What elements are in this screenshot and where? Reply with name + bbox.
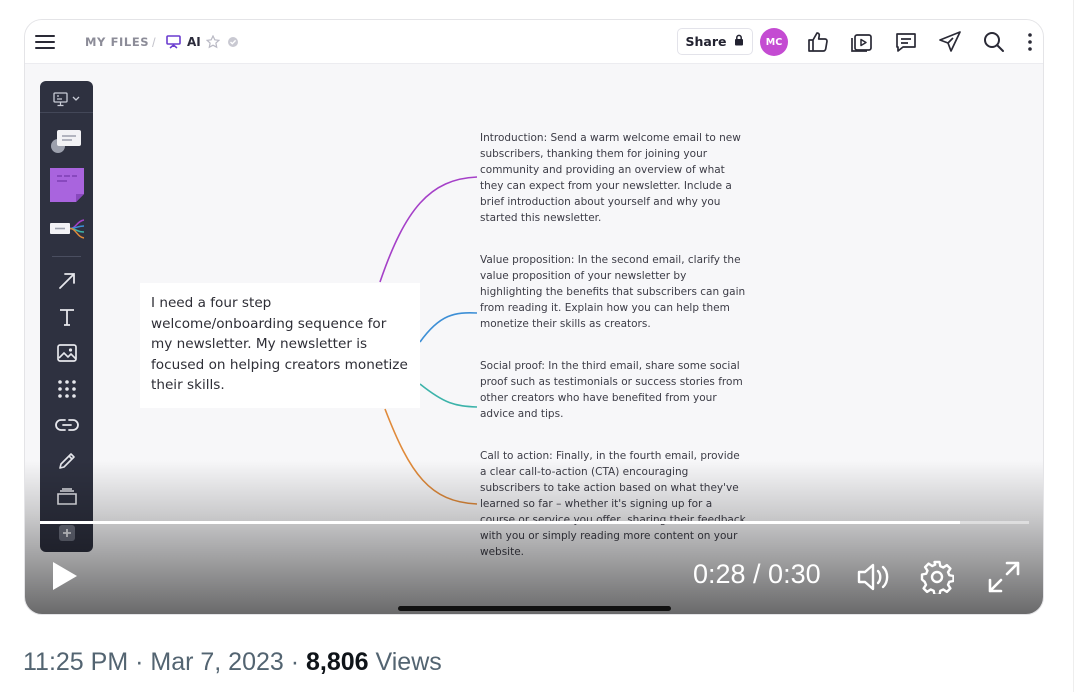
progress-fill — [40, 521, 960, 524]
app-topbar: MY FILES / AI Share MC — [25, 20, 1043, 64]
breadcrumb-separator: / — [152, 34, 156, 50]
progress-bar[interactable] — [40, 521, 1029, 524]
board-view-dropdown[interactable] — [40, 85, 93, 113]
post-timestamp[interactable]: 11:25 PM · Mar 7, 2023 · — [23, 648, 306, 676]
avatar[interactable]: MC — [760, 28, 788, 56]
more-options-icon[interactable] — [1017, 29, 1043, 55]
share-button[interactable]: Share — [677, 28, 753, 55]
volume-icon[interactable] — [855, 559, 893, 595]
search-icon[interactable] — [981, 29, 1007, 55]
grid-apps-icon[interactable] — [40, 374, 93, 404]
prompt-text: I need a four step welcome/onboarding se… — [151, 295, 408, 394]
text-tool-icon[interactable] — [40, 302, 93, 332]
views-label: Views — [368, 648, 442, 676]
breadcrumb-board[interactable]: AI — [187, 20, 201, 64]
page-scrollbar[interactable] — [1073, 0, 1082, 692]
settings-gear-icon[interactable] — [918, 558, 956, 596]
scrub-handle-bar[interactable] — [398, 606, 671, 611]
arrow-tool-icon[interactable] — [40, 266, 93, 296]
mindmap-node-introduction[interactable]: Introduction: Send a warm welcome email … — [480, 130, 746, 226]
star-icon[interactable] — [206, 20, 220, 64]
link-tool-icon[interactable] — [40, 410, 93, 440]
toolbar-divider — [52, 256, 81, 257]
board-icon — [166, 20, 181, 64]
views-count: 8,806 — [306, 648, 369, 676]
mindmap-tool[interactable] — [40, 215, 93, 243]
present-icon[interactable] — [849, 29, 875, 55]
time-display: 0:28 / 0:30 — [693, 559, 821, 589]
share-label: Share — [685, 34, 727, 49]
menu-icon[interactable] — [35, 20, 55, 64]
image-tool-icon[interactable] — [40, 338, 93, 368]
thumbs-up-icon[interactable] — [805, 29, 831, 55]
lock-icon — [734, 34, 744, 49]
video-player[interactable]: MY FILES / AI Share MC I need a four ste… — [24, 19, 1044, 615]
comment-shape-tool[interactable] — [40, 123, 93, 159]
sync-status-icon — [227, 20, 239, 64]
mindmap-node-value-proposition[interactable]: Value proposition: In the second email, … — [480, 252, 746, 332]
comment-icon[interactable] — [893, 29, 919, 55]
connector-social — [419, 383, 478, 408]
fullscreen-icon[interactable] — [985, 558, 1023, 596]
prompt-card[interactable]: I need a four step welcome/onboarding se… — [140, 283, 420, 408]
post-metadata: 11:25 PM · Mar 7, 2023 · 8,806 Views — [23, 648, 442, 677]
connector-value — [419, 312, 478, 343]
mindmap-node-social-proof[interactable]: Social proof: In the third email, share … — [480, 358, 746, 422]
breadcrumb-root[interactable]: MY FILES — [85, 20, 149, 64]
send-icon[interactable] — [937, 29, 963, 55]
connector-intro — [379, 176, 478, 283]
play-icon[interactable] — [49, 558, 81, 594]
sticky-note-tool[interactable] — [40, 165, 93, 205]
